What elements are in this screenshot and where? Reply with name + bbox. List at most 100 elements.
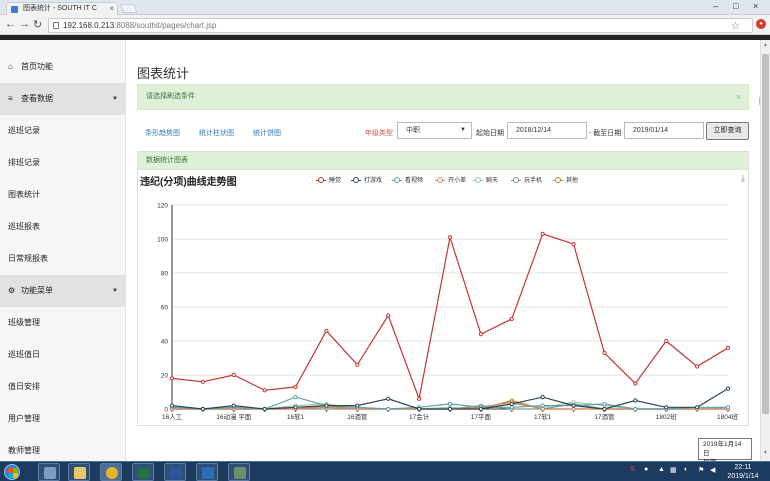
new-tab-button[interactable] [120,4,138,13]
bookmark-star-icon[interactable]: ☆ [731,20,740,33]
sidebar: ⌂ 首页功能 ≡ 查看数据 ▼ 巡班记录 排班记录 图表统计 巡班报表 日常规报表 … [0,40,126,461]
data-point [262,388,267,393]
sidebar-item-label: 值日安排 [8,382,40,391]
sidebar-item-patrol-records[interactable]: 巡班记录 [0,115,126,147]
y-tick-label: 60 [161,305,169,312]
taskbar-app-button[interactable] [164,463,186,481]
data-point [324,403,329,408]
tray-icon[interactable]: ◐ [684,466,688,473]
start-date-input[interactable]: 2018/12/14 [507,122,587,139]
close-tab-icon[interactable]: × [109,3,114,15]
x-tick-label: 16动漫 平面 [216,412,252,421]
data-point [509,405,514,410]
sidebar-item-duty-arrangement[interactable]: 值日安排 [0,371,126,403]
data-point [478,332,483,337]
start-button[interactable] [4,464,20,480]
taskbar-app-button[interactable] [68,463,90,481]
y-tick-label: 0 [164,407,168,414]
tab-line-trend[interactable]: 条形趋势图 [145,128,180,138]
scroll-down-icon[interactable]: ▼ [763,450,768,456]
taskbar-app-button[interactable] [132,463,154,481]
back-arrow-icon[interactable]: ← [5,18,16,30]
sidebar-item-patrol-report[interactable]: 巡班报表 [0,211,126,243]
date-tooltip: 2019年1月14日 星期一 [698,438,752,466]
end-date-value: 2019/01/14 [633,127,669,134]
sogou-icon[interactable]: S [630,466,635,473]
grade-type-select[interactable]: 中职 ▼ [397,122,472,139]
taskbar-app-button[interactable] [228,463,250,481]
taskbar-app-button[interactable] [100,463,122,481]
sidebar-item-label: 巡班记录 [8,126,40,135]
chevron-down-icon: ▼ [460,127,466,133]
data-point [478,406,483,412]
taskbar-app-button[interactable] [196,463,218,481]
address-bar-row: ← → ↻ 192.168.0.213:8088/southit/pages/c… [0,15,770,35]
sidebar-item-label: 排班记录 [8,158,40,167]
clock-time: 22:11 [734,464,752,471]
data-point [571,400,576,405]
flag-icon[interactable]: ⚑ [698,466,704,474]
end-date-input[interactable]: 2019/01/14 [624,122,704,139]
series-line [171,233,729,402]
data-point [169,403,175,408]
data-point [231,372,236,378]
extension-icon[interactable]: ● [756,19,766,29]
sidebar-item-home[interactable]: ⌂ 首页功能 [0,51,126,83]
x-tick-label: 17酒管 [594,412,615,421]
browser-tab-bar: 图表统计 - SOUTH IT C × – □ × [0,0,770,15]
data-point [509,401,514,406]
maximize-icon[interactable]: □ [733,1,738,11]
alert-text: 请选择刷选条件 [146,93,195,100]
data-point [386,313,391,318]
sidebar-item-schedule-records[interactable]: 排班记录 [0,147,126,179]
folder-icon [74,467,86,479]
minimize-icon[interactable]: – [713,1,718,11]
data-point [447,401,453,406]
word-icon [170,467,182,479]
data-point [571,403,576,408]
reload-icon[interactable]: ↻ [33,18,42,31]
data-point [293,405,298,410]
x-tick-label: 17平面 [471,413,492,421]
caret-down-icon: ▼ [112,288,118,294]
close-icon[interactable]: × [736,85,741,109]
close-window-icon[interactable]: × [753,1,758,11]
sidebar-item-label: 图表统计 [8,190,40,199]
taskbar-app-button[interactable] [38,463,60,481]
sidebar-item-user-management[interactable]: 用户管理 [0,403,126,435]
sidebar-item-daily-report[interactable]: 日常规报表 [0,243,126,275]
forward-arrow-icon[interactable]: → [19,18,30,30]
start-date-label: 起始日期 [476,130,504,137]
network-icon[interactable]: ▦ [670,466,677,474]
sidebar-item-label: 日常规报表 [8,254,48,263]
taskbar-clock[interactable]: 22:11 2019/1/14 [723,463,763,481]
panel-title: 数据统计图表 [138,152,748,170]
chart-panel: 数据统计图表 违纪(分项)曲线走势图 ⤓ 睡觉 打游戏 看视频 开小差 聊天 玩手机 其他 … [137,151,749,426]
sidebar-item-patrol-duty[interactable]: 巡班值日 [0,339,126,371]
data-point [633,381,638,386]
sidebar-item-class-management[interactable]: 班级管理 [0,307,126,339]
url-input[interactable]: 192.168.0.213:8088/southit/pages/chart.j… [48,18,753,33]
tray-icon[interactable]: ● [644,466,648,473]
scroll-up-icon[interactable]: ▲ [763,42,768,48]
scrollbar-thumb[interactable] [762,54,769,414]
query-button[interactable]: 立即查询 [706,122,749,140]
clock-date: 2019/1/14 [727,473,759,480]
page-scrollbar[interactable]: ▲ ▼ [760,40,770,461]
sidebar-item-label: 巡班报表 [8,222,40,231]
tab-pie-stats[interactable]: 统计饼图 [253,128,281,138]
volume-icon[interactable]: ◀ [710,466,715,474]
browser-tab[interactable]: 图表统计 - SOUTH IT C × [6,2,118,15]
sidebar-group-function-menu[interactable]: ⚙ 功能菜单 ▼ [0,275,126,307]
sidebar-item-label: 班级管理 [8,318,40,327]
sidebar-group-view-data[interactable]: ≡ 查看数据 ▼ [0,83,126,115]
data-point [664,338,669,344]
sidebar-item-teacher-management[interactable]: 教师管理 [0,435,126,461]
y-tick-label: 100 [157,237,168,244]
tray-arrow-icon[interactable]: ▲ [658,466,665,473]
sidebar-item-chart-stats[interactable]: 图表统计 [0,179,126,211]
tab-bar-stats[interactable]: 统计柱状图 [199,128,234,138]
home-icon: ⌂ [8,62,13,71]
data-point [262,406,267,412]
info-icon [53,22,59,29]
